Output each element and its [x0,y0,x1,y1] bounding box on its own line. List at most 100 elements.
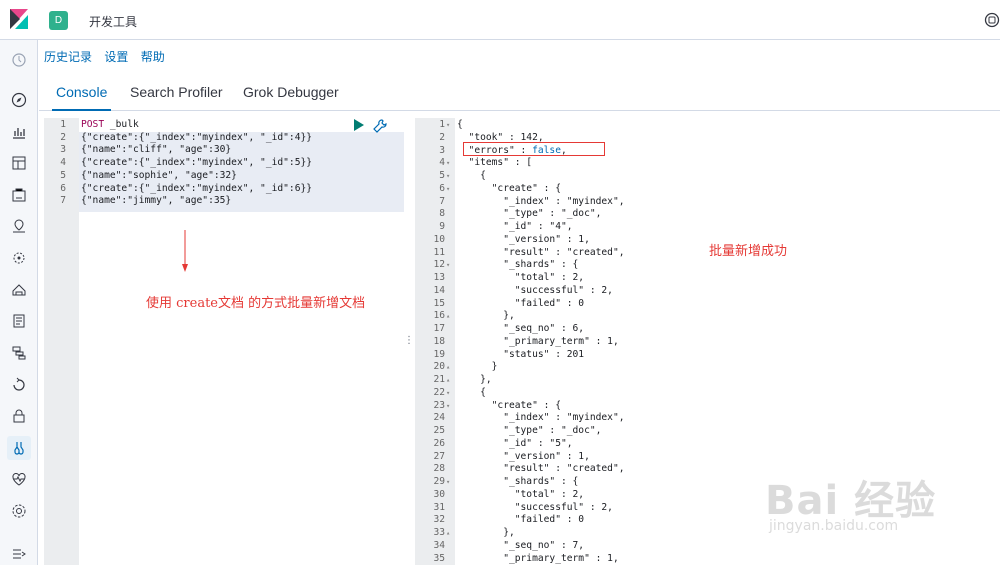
response-line: 19 "status" : 201 [415,349,1000,362]
fold-toggle-icon[interactable]: ▾ [446,119,450,132]
fold-toggle-icon[interactable]: ▾ [446,400,450,413]
line-number: 27 [433,450,445,462]
line-number: 5 [439,170,445,181]
line-number: 34 [433,539,445,551]
line-number: 7 [439,195,445,207]
code-text: {"name":"sophie", "age":32} [81,169,237,181]
line-number: 8 [439,208,445,220]
tab-grok-debugger[interactable]: Grok Debugger [239,84,343,109]
response-line: 12 ▾ "_shards" : { [415,259,1000,272]
response-line: 6 ▾ "create" : { [415,183,1000,196]
help-icon[interactable] [984,12,1000,28]
kibana-logo-icon[interactable] [10,9,28,29]
json-text: "_index" : "myindex", [457,412,625,424]
json-text: "_type" : "_doc", [457,425,602,436]
fold-toggle-icon[interactable]: ▾ [446,387,450,400]
json-text: "status" : 201 [457,348,585,360]
line-number: 28 [433,463,445,475]
json-text: "total" : 2, [457,272,585,283]
line-number: 33 [433,527,445,538]
line-number: 7 [60,195,66,207]
line-number: 32 [433,514,445,526]
dev-tools-icon[interactable] [7,436,31,460]
json-text: "_id" : "4", [457,221,573,232]
tab-search-profiler[interactable]: Search Profiler [126,84,227,109]
uptime-icon[interactable] [11,376,27,392]
json-text: "_version" : 1, [457,233,590,245]
apm-icon[interactable] [11,345,27,361]
json-text: "_index" : "myindex", [457,195,625,207]
play-icon[interactable] [353,119,365,131]
code-text: {"create":{"_index":"myindex", "_id":5}} [81,157,313,169]
space-avatar[interactable]: D [49,11,68,30]
ml-icon[interactable] [11,250,27,266]
line-number: 11 [433,246,445,258]
fold-toggle-icon[interactable]: ▴ [446,310,450,323]
response-line: 16 ▴ }, [415,310,1000,323]
json-text: }, [457,310,515,322]
settings-link[interactable]: 设置 [104,50,128,64]
response-line: 15 "failed" : 0 [415,298,1000,311]
infrastructure-icon[interactable] [11,281,27,297]
side-nav [0,40,38,565]
line-number: 15 [433,297,445,309]
security-icon[interactable] [11,408,27,424]
fold-toggle-icon[interactable]: ▾ [446,170,450,183]
request-line: 4 {"create":{"_index":"myindex", "_id":5}… [44,157,404,170]
line-number: 1 [439,119,445,130]
fold-toggle-icon[interactable]: ▴ [446,361,450,374]
fold-toggle-icon[interactable]: ▴ [446,374,450,387]
json-text: "failed" : 0 [457,514,585,526]
visualize-icon[interactable] [11,124,27,140]
response-line: 11 "result" : "created", [415,247,1000,260]
fold-toggle-icon[interactable]: ▾ [446,157,450,170]
request-line: 6 {"create":{"_index":"myindex", "_id":6}… [44,183,404,196]
dashboard-icon[interactable] [11,155,27,171]
monitoring-icon[interactable] [11,471,27,487]
logs-icon[interactable] [11,313,27,329]
json-text: { [457,170,486,181]
panel-resize-handle-icon[interactable]: ⋮ [404,335,414,349]
json-text: "items" : [ [457,157,533,169]
annotation-right: 批量新增成功 [709,244,788,259]
request-editor[interactable]: 1 POST _bulk 2 {"create":{"_index":"myindex… [44,118,404,565]
json-text: "_primary_term" : 1, [457,335,619,347]
canvas-icon[interactable] [11,187,27,203]
collapse-icon[interactable] [11,546,27,562]
code-text: {"create":{"_index":"myindex", "_id":4}} [81,131,313,143]
code-text: {"name":"cliff", "age":30} [81,144,232,156]
json-text: "_seq_no" : 7, [457,539,585,551]
maps-icon[interactable] [11,218,27,234]
management-icon[interactable] [11,503,27,519]
json-text: { [457,119,463,130]
tab-console[interactable]: Console [52,84,112,111]
response-line: 8 "_type" : "_doc", [415,208,1000,221]
line-number: 6 [60,182,66,194]
json-text: } [457,361,498,373]
code-text: {"create":{"_index":"myindex", "_id":6}} [81,182,313,194]
compass-icon[interactable] [11,92,27,108]
json-text: { [457,386,486,398]
json-text: }, [457,527,515,538]
fold-toggle-icon[interactable]: ▾ [446,183,450,196]
line-number: 24 [433,412,445,424]
line-number: 30 [433,488,445,500]
response-line: 26 "_id" : "5", [415,438,1000,451]
fold-toggle-icon[interactable]: ▾ [446,259,450,272]
help-link[interactable]: 帮助 [141,50,165,64]
request-line: 1 POST _bulk [44,119,404,132]
response-line: 23 ▾ "create" : { [415,400,1000,413]
wrench-icon[interactable] [373,119,387,133]
annotation-left: 使用 create文档 的方式批量新增文档 [146,296,366,311]
response-line: 14 "successful" : 2, [415,285,1000,298]
clock-icon[interactable] [11,52,27,68]
line-number: 10 [433,233,445,245]
response-line: 20 ▴ } [415,361,1000,374]
history-link[interactable]: 历史记录 [44,50,92,64]
line-number: 25 [433,425,445,436]
response-line: 10 "_version" : 1, [415,234,1000,247]
fold-toggle-icon[interactable]: ▾ [446,476,450,489]
line-number: 20 [433,361,445,373]
json-text: "_shards" : { [457,476,579,487]
fold-toggle-icon[interactable]: ▴ [446,527,450,540]
